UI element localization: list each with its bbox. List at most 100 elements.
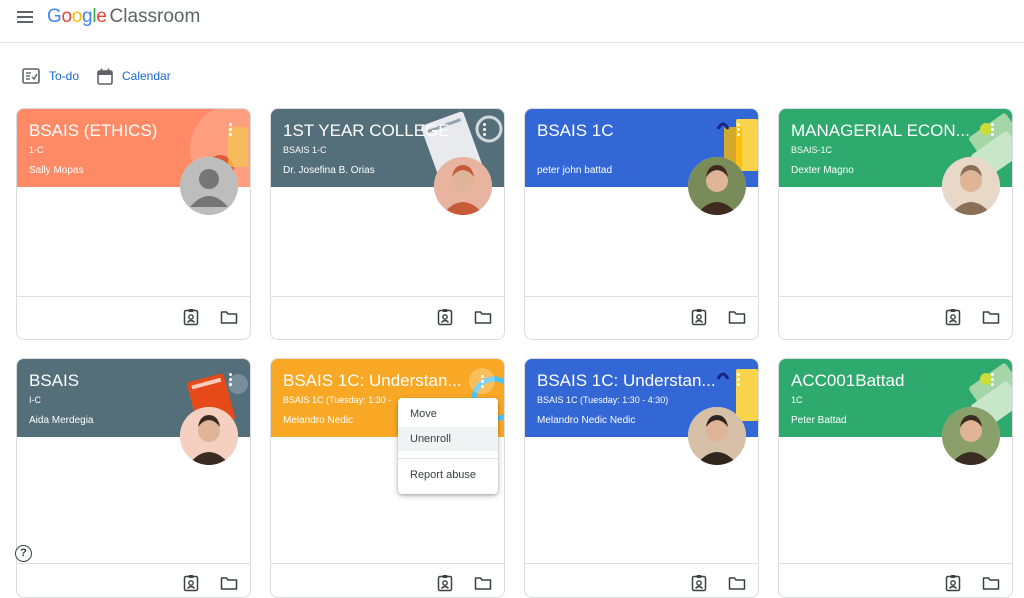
class-section: BSAIS 1-C xyxy=(283,145,327,155)
class-card-footer xyxy=(17,563,250,597)
class-title[interactable]: MANAGERIAL ECON... xyxy=(791,121,986,141)
top-app-bar: Google Classroom xyxy=(0,0,1024,43)
your-work-button[interactable] xyxy=(182,308,202,328)
your-work-button[interactable] xyxy=(944,574,964,594)
class-card-footer xyxy=(17,296,250,339)
more-options-button[interactable] xyxy=(733,122,743,138)
calendar-label: Calendar xyxy=(122,69,171,83)
assignment-ind-icon xyxy=(437,309,453,326)
calendar-link[interactable]: Calendar xyxy=(97,65,171,87)
class-section: BSAIS-1C xyxy=(791,145,833,155)
class-title[interactable]: BSAIS 1C: Understan... xyxy=(537,371,732,391)
more-options-button[interactable] xyxy=(469,368,495,394)
class-title[interactable]: ACC001Battad xyxy=(791,371,986,391)
teacher-photo xyxy=(180,407,238,465)
class-title[interactable]: BSAIS (ETHICS) xyxy=(29,121,224,141)
teacher-avatar xyxy=(942,407,1000,465)
class-card[interactable]: MANAGERIAL ECON... BSAIS-1C Dexter Magno xyxy=(778,108,1013,340)
more-options-button[interactable] xyxy=(733,372,743,388)
open-folder-button[interactable] xyxy=(220,574,240,594)
folder-icon xyxy=(728,577,746,590)
your-work-button[interactable] xyxy=(690,574,710,594)
help-icon: ? xyxy=(20,547,27,559)
folder-icon xyxy=(220,577,238,590)
open-folder-button[interactable] xyxy=(982,574,1002,594)
class-card[interactable]: ACC001Battad 1C Peter Battad xyxy=(778,358,1013,598)
open-folder-button[interactable] xyxy=(220,308,240,328)
todo-link[interactable]: To-do xyxy=(22,65,79,87)
teacher-avatar xyxy=(688,407,746,465)
logo-google-text: Google xyxy=(47,6,107,27)
teacher-photo xyxy=(688,407,746,465)
folder-icon xyxy=(728,311,746,324)
class-card-menu: Move Unenroll Report abuse xyxy=(398,398,498,494)
assignment-ind-icon xyxy=(691,575,707,592)
open-folder-button[interactable] xyxy=(728,308,748,328)
teacher-avatar xyxy=(688,157,746,215)
assignment-ind-icon xyxy=(691,309,707,326)
subnav: To-do Calendar xyxy=(0,43,1024,105)
your-work-button[interactable] xyxy=(182,574,202,594)
class-section: 1C xyxy=(791,395,803,405)
more-options-button[interactable] xyxy=(987,372,997,388)
main-menu-button[interactable] xyxy=(13,8,37,28)
folder-icon xyxy=(474,311,492,324)
help-button[interactable]: ? xyxy=(15,545,32,562)
folder-icon xyxy=(982,577,1000,590)
class-section: 1-C xyxy=(29,145,44,155)
logo-product-text: Classroom xyxy=(109,6,201,27)
open-folder-button[interactable] xyxy=(474,308,494,328)
more-options-button[interactable] xyxy=(987,122,997,138)
teacher-avatar xyxy=(434,157,492,215)
assignment-ind-icon xyxy=(183,575,199,592)
todo-label: To-do xyxy=(49,69,80,83)
class-card[interactable]: 1ST YEAR COLLEGE BSAIS 1-C Dr. Josefina B.… xyxy=(270,108,505,340)
open-folder-button[interactable] xyxy=(474,574,494,594)
open-folder-button[interactable] xyxy=(728,574,748,594)
more-options-button[interactable] xyxy=(225,372,235,388)
folder-icon xyxy=(474,577,492,590)
your-work-button[interactable] xyxy=(436,574,456,594)
google-classroom-logo[interactable]: Google Classroom xyxy=(47,6,200,28)
calendar-icon xyxy=(97,68,113,85)
menu-divider xyxy=(398,458,498,459)
menu-item-report-abuse[interactable]: Report abuse xyxy=(398,463,498,487)
class-card[interactable]: BSAIS 1C peter john battad xyxy=(524,108,759,340)
teacher-photo xyxy=(942,407,1000,465)
more-options-button[interactable] xyxy=(479,122,489,138)
menu-item-unenroll[interactable]: Unenroll xyxy=(398,427,498,451)
assignment-ind-icon xyxy=(945,575,961,592)
class-title[interactable]: BSAIS xyxy=(29,371,224,391)
folder-icon xyxy=(982,311,1000,324)
class-section: I-C xyxy=(29,395,41,405)
class-card-footer xyxy=(271,296,504,339)
your-work-button[interactable] xyxy=(944,308,964,328)
class-card-footer xyxy=(271,563,504,597)
teacher-photo xyxy=(688,157,746,215)
class-card[interactable]: BSAIS I-C Aida Merdegia xyxy=(16,358,251,598)
class-card[interactable]: BSAIS (ETHICS) 1-C Sally Mopas xyxy=(16,108,251,340)
menu-item-move[interactable]: Move xyxy=(398,402,498,426)
teacher-avatar xyxy=(942,157,1000,215)
teacher-photo xyxy=(942,157,1000,215)
class-card-footer xyxy=(525,296,758,339)
class-card-footer xyxy=(779,296,1012,339)
open-folder-button[interactable] xyxy=(982,308,1002,328)
assignment-ind-icon xyxy=(945,309,961,326)
default-avatar-icon xyxy=(180,157,238,215)
your-work-button[interactable] xyxy=(690,308,710,328)
more-options-button[interactable] xyxy=(225,122,235,138)
teacher-avatar xyxy=(180,157,238,215)
teacher-photo xyxy=(434,157,492,215)
assignment-ind-icon xyxy=(183,309,199,326)
class-card-footer xyxy=(525,563,758,597)
class-title[interactable]: 1ST YEAR COLLEGE xyxy=(283,121,478,141)
folder-icon xyxy=(220,311,238,324)
assignment-ind-icon xyxy=(437,575,453,592)
todo-icon xyxy=(22,68,40,84)
class-title[interactable]: BSAIS 1C xyxy=(537,121,732,141)
class-card[interactable]: BSAIS 1C: Understan... BSAIS 1C (Tuesday:… xyxy=(524,358,759,598)
class-section: BSAIS 1C (Tuesday: 1:30 - 4:30) xyxy=(537,395,669,405)
class-title[interactable]: BSAIS 1C: Understan... xyxy=(283,371,478,391)
your-work-button[interactable] xyxy=(436,308,456,328)
